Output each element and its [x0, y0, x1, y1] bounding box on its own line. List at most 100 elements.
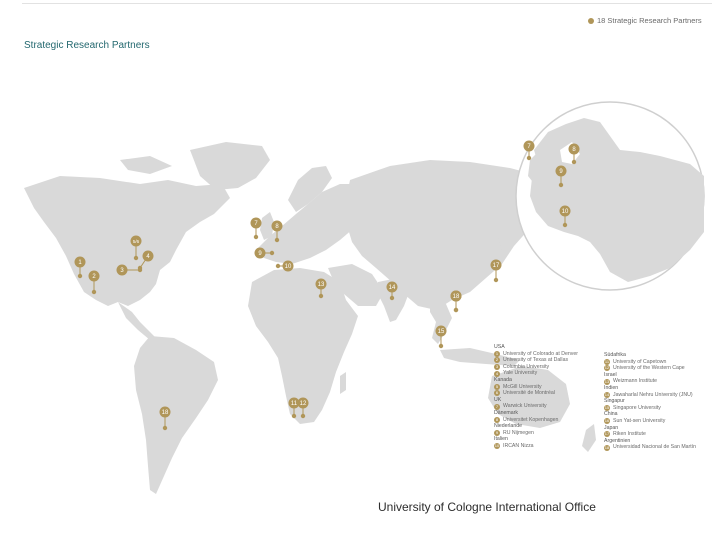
marker-label: 18 [162, 410, 169, 416]
partner-name: Riken Institute [613, 431, 646, 438]
partner-number-badge: 18 [604, 444, 610, 451]
partner-number-badge: 2 [494, 357, 500, 364]
partner-name: Université de Montréal [503, 390, 555, 397]
partner-name: Weizmann Institute [613, 378, 658, 385]
marker-label: 14 [389, 285, 396, 291]
marker-label: 10 [285, 264, 292, 270]
partner-number-badge: 10 [494, 443, 500, 450]
location-dot [77, 273, 83, 279]
location-dot [318, 293, 324, 299]
country-heading: Argentinien [604, 437, 631, 444]
partner-item: 16 Sun Yat-sen University [604, 418, 696, 425]
partner-item: 8 Universitet Kopenhagen [494, 417, 578, 424]
partner-number-badge: 17 [604, 431, 610, 438]
partner-name: RU Nijmegen [503, 429, 534, 436]
partner-name: Warwick University [503, 403, 547, 410]
partner-name: Singapore University [613, 404, 661, 411]
partner-item: 15 Singapore University [604, 405, 696, 412]
location-dot [558, 182, 564, 188]
location-dot [562, 222, 568, 228]
location-dot [300, 413, 306, 419]
country-heading: Niederlande [494, 423, 522, 430]
country-heading: Singapur [604, 398, 625, 405]
partner-list-left: USA 1 University of Colorado at Denver 2 Uni… [494, 344, 578, 450]
world-map: 12345/67891011121314151617181878910 [24, 101, 705, 494]
partner-name: Universitet Kopenhagen [503, 416, 559, 423]
location-dot [275, 263, 281, 269]
partner-number-badge: 7 [494, 403, 500, 410]
partner-name: Universidad Nacional de San Martín [613, 444, 697, 451]
partner-item: 6 Université de Montréal [494, 390, 578, 397]
location-dot [438, 343, 444, 349]
greenland [190, 142, 270, 190]
location-dot [133, 255, 139, 261]
country-heading: Italien [494, 436, 508, 443]
new-zealand [582, 424, 596, 452]
map-marker: 7 [250, 217, 262, 240]
partner-number-badge: 6 [494, 390, 500, 397]
location-dot [571, 159, 577, 165]
location-dot [162, 425, 168, 431]
partner-name: University of Texas at Dallas [503, 357, 569, 364]
location-dot [526, 155, 532, 161]
partner-item: 1 University of Colorado at Denver [494, 351, 578, 358]
marker-label: 15 [438, 329, 445, 335]
country-heading: China [604, 411, 618, 418]
map-marker: 18 [450, 290, 462, 313]
marker-label: 18 [453, 294, 460, 300]
partner-name: Sun Yat-sen University [613, 417, 666, 424]
europe-inset [515, 101, 705, 291]
south-america [134, 336, 218, 494]
marker-label: 11 [291, 401, 298, 407]
location-dot [253, 234, 259, 240]
country-heading: Dänemark [494, 409, 518, 416]
partner-number-badge: 12 [604, 365, 610, 372]
partner-item: 4 Yale University [494, 370, 578, 377]
partner-item: 13 Weizmann Institute [604, 378, 696, 385]
marker-label: 17 [493, 263, 500, 269]
country-heading: Japan [604, 424, 619, 431]
footer-text: University of Cologne International Offi… [378, 500, 596, 514]
partner-number-badge: 9 [494, 430, 500, 437]
central-america [118, 302, 156, 340]
partner-item: 11 University of Capetown [604, 359, 696, 366]
partner-item: 18 Universidad Nacional de San Martín [604, 444, 696, 451]
location-dot [91, 289, 97, 295]
location-dot [269, 250, 275, 256]
partner-item: 10 IRCAN Nizza [494, 443, 578, 450]
partner-number-badge: 3 [494, 364, 500, 371]
arctic-islands [120, 156, 172, 174]
partner-item: 7 Warwick University [494, 403, 578, 410]
location-dot [389, 295, 395, 301]
partner-number-badge: 11 [604, 358, 610, 365]
partner-name: Jawaharlal Nehru University (JNU) [613, 391, 693, 398]
partner-item: 9 RU Nijmegen [494, 430, 578, 437]
partner-item: 17 Riken Institute [604, 431, 696, 438]
partner-number-badge: 4 [494, 370, 500, 377]
location-dot [137, 265, 143, 271]
partner-name: Columbia University [503, 363, 550, 370]
partner-name: University of Capetown [613, 358, 667, 365]
marker-label: 12 [300, 401, 307, 407]
country-heading: Indien [604, 384, 619, 391]
partner-item: 2 University of Texas at Dallas [494, 357, 578, 364]
country-heading: Kanada [494, 376, 512, 383]
madagascar [340, 372, 346, 394]
location-dot [453, 307, 459, 313]
partner-number-badge: 15 [604, 405, 610, 412]
country-heading: UK [494, 396, 502, 403]
partner-item: 5 McGill University [494, 384, 578, 391]
country-heading: Israel [604, 371, 617, 378]
marker-label: 5/6 [133, 239, 140, 244]
location-dot [493, 277, 499, 283]
partner-name: University of Colorado at Denver [503, 350, 578, 357]
partner-item: 3 Columbia University [494, 364, 578, 371]
partner-number-badge: 13 [604, 378, 610, 385]
partner-number-badge: 14 [604, 391, 610, 398]
marker-label: 10 [562, 209, 569, 215]
country-heading: USA [494, 344, 505, 350]
partner-number-badge: 8 [494, 416, 500, 423]
partner-name: McGill University [503, 383, 542, 390]
marker-label: 13 [318, 282, 325, 288]
partner-number-badge: 16 [604, 418, 610, 425]
